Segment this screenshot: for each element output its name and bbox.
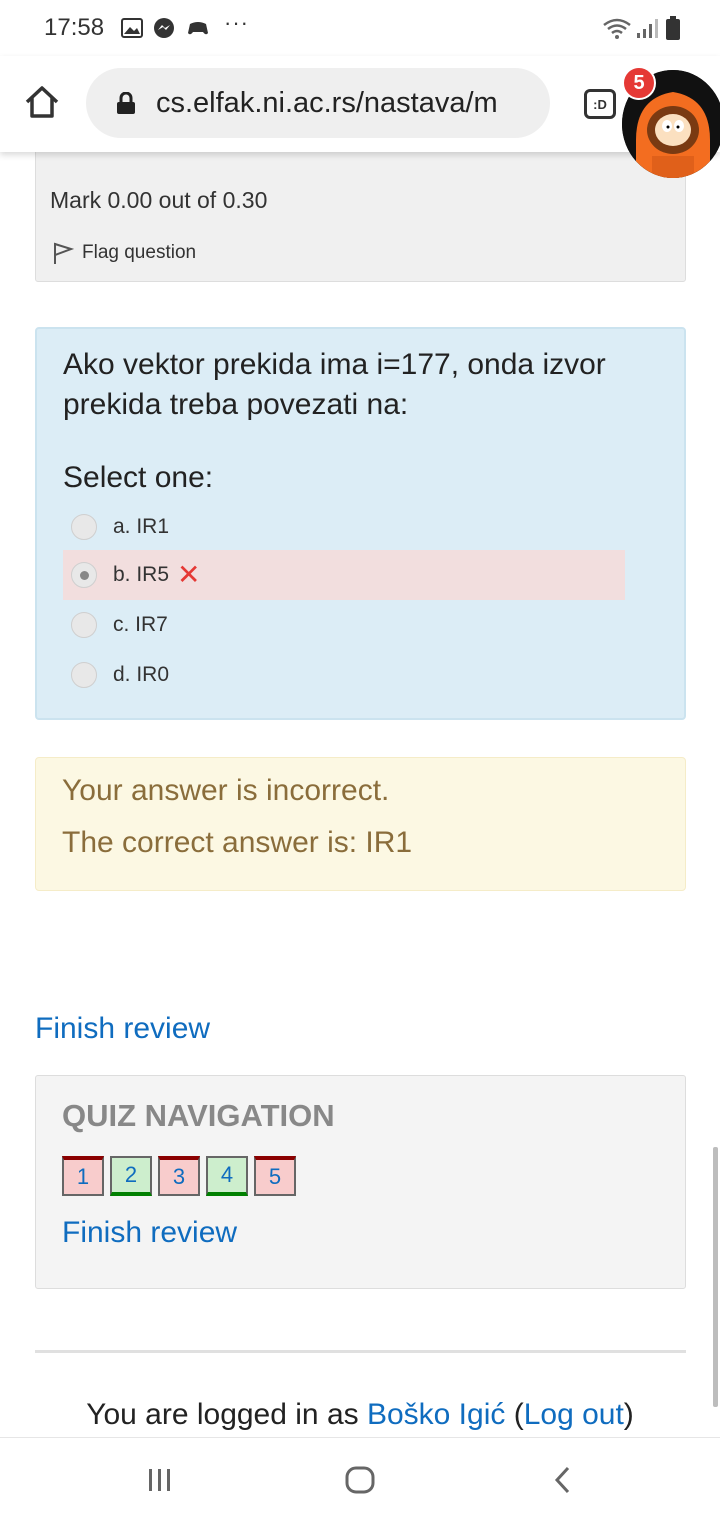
feedback-correct-answer: The correct answer is: IR1 [62, 826, 413, 859]
answer-option-d[interactable]: d. IR0 [63, 650, 169, 700]
answer-option-a[interactable]: a. IR1 [63, 502, 169, 552]
feedback-incorrect: Your answer is incorrect. [62, 774, 390, 807]
tab-switcher-button[interactable]: :D [584, 89, 616, 119]
address-bar[interactable]: cs.elfak.ni.ac.rs/nastava/m [86, 68, 550, 138]
messenger-icon [152, 16, 176, 40]
lock-icon [117, 92, 135, 114]
system-navigation-bar [0, 1437, 720, 1520]
finish-review-link[interactable]: Finish review [35, 1012, 210, 1046]
signal-icon [634, 16, 660, 40]
answer-option-c[interactable]: c. IR7 [63, 600, 168, 650]
more-notifications-icon: ··· [224, 10, 249, 35]
gallery-icon [120, 16, 144, 40]
quiz-navigation-block: QUIZ NAVIGATION 1 2 3 4 5 Finish review [35, 1075, 686, 1289]
option-label: c. IR7 [113, 613, 168, 636]
quiz-nav-button-1[interactable]: 1 [62, 1156, 104, 1196]
quiz-navigation-title: QUIZ NAVIGATION [62, 1098, 335, 1133]
wifi-icon [600, 16, 634, 40]
answer-option-b[interactable]: b. IR5 ✕ [63, 550, 625, 600]
question-mark: Mark 0.00 out of 0.30 [50, 187, 268, 213]
radio-button[interactable] [71, 662, 97, 688]
paren-close: ) [623, 1398, 634, 1431]
logout-link[interactable]: Log out [524, 1398, 624, 1431]
home-nav-icon [345, 1466, 375, 1494]
radio-button[interactable] [71, 612, 97, 638]
back-icon [554, 1466, 570, 1494]
question-text: Ako vektor prekida ima i=177, onda izvor… [63, 348, 606, 421]
quiz-nav-button-2[interactable]: 2 [110, 1156, 152, 1196]
recent-apps-icon [149, 1469, 170, 1491]
incorrect-icon: ✕ [177, 559, 201, 590]
quiz-nav-finish-review-link[interactable]: Finish review [62, 1216, 237, 1250]
quiz-navigation-buttons: 1 2 3 4 5 [62, 1156, 296, 1196]
radio-button-selected[interactable] [71, 562, 97, 588]
page-scrollbar[interactable] [713, 1147, 718, 1407]
question-box: Ako vektor prekida ima i=177, onda izvor… [35, 327, 686, 720]
logged-in-info: You are logged in as Boško Igić (Log out… [0, 1398, 720, 1432]
back-button[interactable] [543, 1462, 583, 1498]
game-icon [186, 16, 210, 40]
battery-icon [664, 16, 682, 40]
option-label: d. IR0 [113, 663, 170, 686]
user-profile-link[interactable]: Boško Igić [367, 1398, 505, 1431]
flag-question-link[interactable]: Flag question [52, 241, 196, 265]
browser-toolbar: cs.elfak.ni.ac.rs/nastava/m :D [0, 56, 720, 152]
status-bar: 17:58 ··· [0, 0, 720, 56]
home-button[interactable] [22, 82, 62, 122]
option-label: a. IR1 [113, 515, 170, 538]
footer-divider [35, 1350, 686, 1353]
flag-question-label: Flag question [82, 242, 197, 263]
radio-button[interactable] [71, 514, 97, 540]
quiz-nav-button-5[interactable]: 5 [254, 1156, 296, 1196]
flag-icon [54, 242, 74, 264]
home-icon [25, 86, 59, 118]
notification-badge: 5 [622, 66, 656, 100]
feedback-box: Your answer is incorrect. The correct an… [35, 757, 686, 891]
logged-in-prefix: You are logged in as [86, 1398, 367, 1431]
paren-open: ( [505, 1398, 524, 1431]
select-one-prompt: Select one: [63, 461, 214, 494]
url-text: cs.elfak.ni.ac.rs/nastava/m [156, 87, 498, 119]
quiz-nav-button-3[interactable]: 3 [158, 1156, 200, 1196]
recent-apps-button[interactable] [140, 1462, 180, 1498]
option-label: b. IR5 [113, 563, 170, 586]
status-time: 17:58 [44, 14, 105, 41]
quiz-nav-button-4[interactable]: 4 [206, 1156, 248, 1196]
home-nav-button[interactable] [340, 1462, 380, 1498]
